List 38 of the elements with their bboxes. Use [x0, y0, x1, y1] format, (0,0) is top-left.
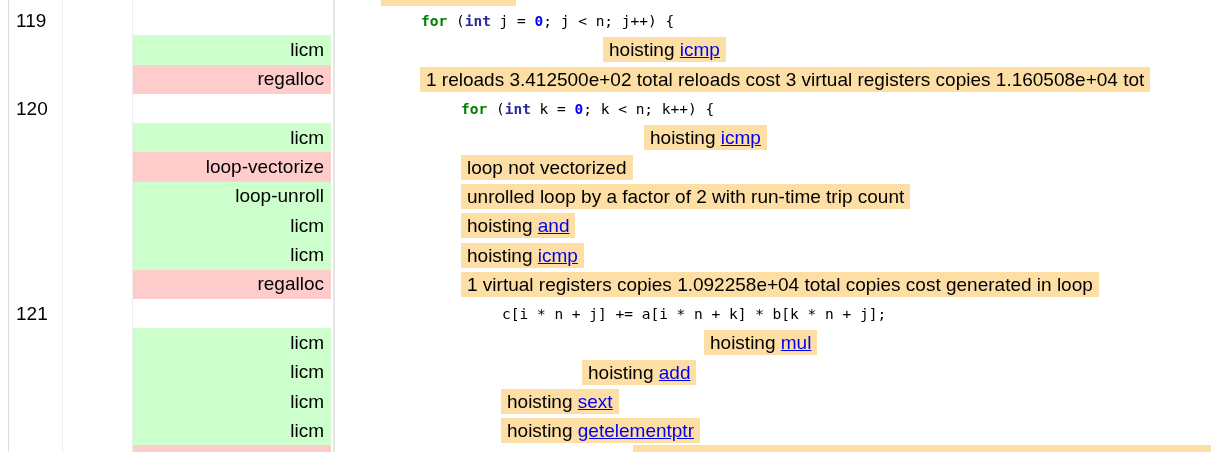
- remark-link[interactable]: getelementptr: [577, 420, 694, 442]
- pass-name-cell: licm: [133, 211, 331, 241]
- source-code-line: for (int k = 0; k < n; k++) {: [461, 100, 715, 117]
- line-number: 119: [16, 9, 47, 32]
- pass-name-cell: licm: [133, 240, 331, 270]
- remark-link[interactable]: add: [658, 361, 691, 383]
- remark-message: hoisting getelementptr: [501, 418, 700, 444]
- remark-message: hoisting add: [582, 359, 697, 385]
- remark-message: 1 reloads 3.412500e+02 total reloads cost 3 virtual registers copies 1.160508e+04 tot: [420, 66, 1151, 92]
- remark-message: hoisting sext: [501, 389, 619, 414]
- remark-link[interactable]: and: [537, 215, 570, 237]
- remark-link[interactable]: icmp: [679, 39, 720, 61]
- remark-message: hoisting and: [461, 213, 576, 239]
- line-number: 120: [16, 97, 48, 120]
- pass-name-cell: regalloc: [133, 64, 331, 94]
- pass-name-cell: licm: [133, 35, 331, 65]
- remark-message: hoisting icmp: [461, 242, 584, 268]
- remark-message: loop not vectorized: [461, 154, 633, 180]
- remark-message: hoisting icmp: [644, 125, 767, 151]
- remark-link[interactable]: icmp: [720, 127, 761, 149]
- pass-name-cell: licm: [133, 328, 331, 358]
- remark-link[interactable]: icmp: [537, 244, 578, 266]
- pass-name-cell: regalloc: [133, 269, 331, 299]
- remark-link[interactable]: sext: [577, 391, 613, 412]
- source-code-line: c[i * n + j] += a[i * n + k] * b[k * n + j];: [502, 305, 887, 322]
- pass-name-cell: licm: [133, 357, 331, 387]
- remark-message: hoisting mul: [704, 330, 818, 356]
- remark-message: unrolled loop by a factor of 2 with run-time trip count: [461, 183, 911, 209]
- pass-name-cell: loop-unroll: [133, 181, 331, 212]
- source-code-line: for (int j = 0; j < n; j++) {: [421, 12, 675, 29]
- pass-name-cell: loop-vectorize: [133, 152, 331, 182]
- pass-name-cell: licm: [133, 416, 331, 446]
- remark-message: 1 virtual registers copies 1.092258e+04 total copies cost generated in loop: [461, 271, 1099, 297]
- remark-link[interactable]: mul: [780, 332, 812, 354]
- remark-message: hoisting icmp: [603, 37, 726, 63]
- pass-name-cell: licm: [133, 386, 331, 417]
- pass-name-cell: licm: [133, 123, 331, 153]
- line-number: 121: [16, 302, 48, 325]
